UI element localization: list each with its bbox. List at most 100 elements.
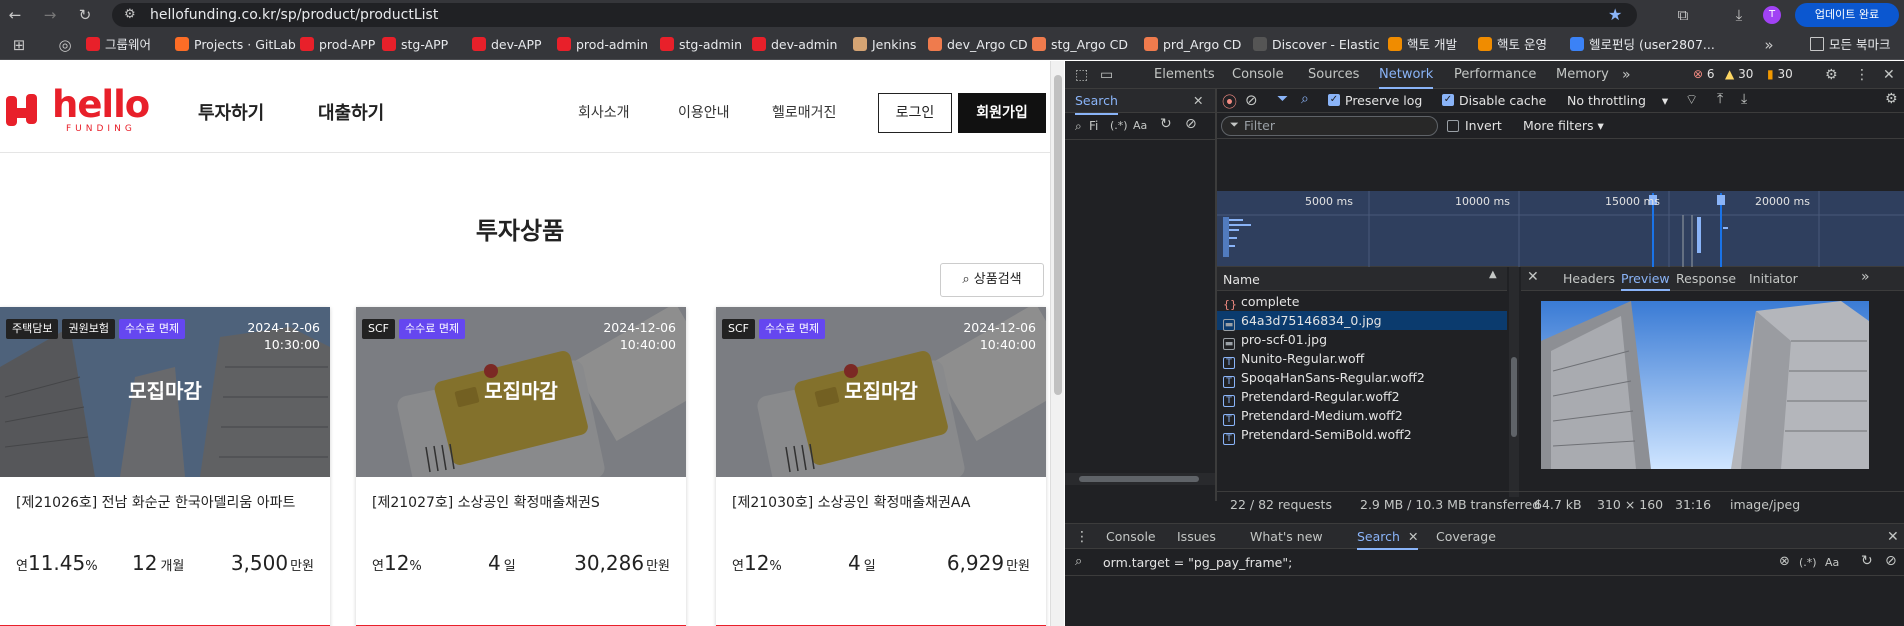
drawer-case-toggle[interactable]: Aa xyxy=(1825,556,1839,569)
bookmark-item[interactable]: 핵토 운영 xyxy=(1478,30,1547,60)
bookmark-item[interactable]: prod-admin xyxy=(557,30,648,60)
request-row[interactable]: ▬ pro-scf-01.jpg xyxy=(1217,330,1507,350)
nav-loan[interactable]: 대출하기 xyxy=(318,99,384,125)
bookmark-item[interactable]: dev-APP xyxy=(472,30,542,60)
logo-text[interactable]: hello xyxy=(52,83,150,126)
clear-icon[interactable]: ⊘ xyxy=(1245,91,1258,109)
bookmark-item[interactable]: Projects · GitLab xyxy=(175,30,296,60)
disable-cache-checkbox[interactable]: ✓ xyxy=(1442,94,1454,106)
drawer-tab[interactable]: Search ✕ xyxy=(1357,524,1419,550)
signup-button[interactable]: 회원가입 xyxy=(958,93,1046,133)
export-har-icon[interactable]: ⤓ xyxy=(1741,91,1747,107)
site-info-icon[interactable]: ⚙ xyxy=(124,3,136,27)
devtools-tab-network[interactable]: Network xyxy=(1379,61,1434,89)
download-icon[interactable]: ⤓ xyxy=(1728,0,1750,30)
chatgpt-icon[interactable]: ◎ xyxy=(54,30,76,60)
bookmark-item[interactable]: stg-APP xyxy=(382,30,448,60)
devtools-tab-console[interactable]: Console xyxy=(1232,61,1284,89)
bookmark-item[interactable]: stg-admin xyxy=(660,30,742,60)
close-detail-icon[interactable]: ✕ xyxy=(1527,269,1539,285)
invert-checkbox[interactable] xyxy=(1447,120,1459,132)
bookmark-item[interactable]: prod-APP xyxy=(300,30,375,60)
drawer-tab[interactable]: Console xyxy=(1106,524,1156,550)
bookmark-item[interactable]: prd_Argo CD xyxy=(1144,30,1241,60)
bookmark-item[interactable]: stg_Argo CD xyxy=(1032,30,1128,60)
card-title[interactable]: [제21027호] 소상공인 확정매출채권S xyxy=(372,492,600,512)
device-toolbar-icon[interactable]: ▭ xyxy=(1100,63,1113,87)
logo-mark-icon[interactable] xyxy=(4,90,44,130)
close-devtools-icon[interactable]: ✕ xyxy=(1883,63,1895,87)
product-card[interactable]: 주택담보 권원보험 수수료 면제 2024-12-06 10:30:00 모집마감 [제21… xyxy=(0,307,330,626)
close-drawer-icon[interactable]: ✕ xyxy=(1887,525,1899,549)
bookmark-item[interactable]: dev-admin xyxy=(752,30,837,60)
timeline-overview[interactable]: 5000 ms 10000 ms 15000 ms 20000 ms xyxy=(1217,191,1904,267)
bookmark-item[interactable]: 헬로펀딩 (user2807... xyxy=(1570,30,1715,60)
card-title[interactable]: [제21026호] 전남 화순군 한국아델리움 아파트 xyxy=(16,492,295,512)
close-search-icon[interactable]: ✕ xyxy=(1193,89,1203,113)
name-column-header[interactable]: Name ▲ xyxy=(1217,267,1507,291)
detail-tab-initiator[interactable]: Initiator xyxy=(1749,267,1798,291)
bookmark-item[interactable]: Jenkins xyxy=(853,30,916,60)
search-sidebar-input[interactable]: Fi xyxy=(1089,119,1098,133)
preserve-log-checkbox[interactable]: ✓ xyxy=(1328,94,1340,106)
devtools-tab-performance[interactable]: Performance xyxy=(1454,61,1536,89)
request-row[interactable]: {} complete xyxy=(1217,292,1507,311)
clear-search-icon[interactable]: ⊘ xyxy=(1185,116,1197,132)
card-title[interactable]: [제21030호] 소상공인 확정매출채권AA xyxy=(732,492,970,512)
reload-icon[interactable]: ↻ xyxy=(74,0,96,30)
profile-avatar[interactable]: T xyxy=(1763,6,1781,24)
error-count[interactable]: ⊗ 6 xyxy=(1693,67,1715,81)
filter-icon[interactable]: ⏷ xyxy=(1277,91,1288,107)
drawer-menu-icon[interactable]: ⋮ xyxy=(1075,525,1089,549)
request-row[interactable]: ▬ 64a3d75146834_0.jpg xyxy=(1217,311,1507,331)
request-row[interactable]: T Pretendard-Regular.woff2 xyxy=(1217,387,1507,407)
page-scrollbar[interactable] xyxy=(1050,61,1064,626)
product-search-button[interactable]: ⌕ 상품검색 xyxy=(940,263,1044,297)
back-icon[interactable]: ← xyxy=(4,0,26,30)
request-list-scrollbar[interactable] xyxy=(1509,267,1519,497)
close-tab-icon[interactable]: ✕ xyxy=(1408,529,1418,544)
drawer-regex-toggle[interactable]: (.*) xyxy=(1799,556,1817,569)
case-toggle[interactable]: Aa xyxy=(1133,119,1147,132)
drawer-refresh-icon[interactable]: ↻ xyxy=(1861,553,1873,569)
devtools-tab-memory[interactable]: Memory xyxy=(1556,61,1609,89)
drawer-tab[interactable]: Issues xyxy=(1177,524,1216,550)
bookmark-star-icon[interactable]: ★ xyxy=(1608,3,1622,27)
throttling-select[interactable]: No throttling ▾ xyxy=(1567,93,1668,108)
forward-icon[interactable]: → xyxy=(39,0,61,30)
all-bookmarks[interactable]: 모든 북마크 xyxy=(1810,30,1890,60)
product-card[interactable]: SCF 수수료 면제 2024-12-06 10:40:00 모집마감 [제21027호]… xyxy=(356,307,686,626)
devtools-tab-elements[interactable]: Elements xyxy=(1154,61,1215,89)
more-detail-tabs-icon[interactable]: » xyxy=(1861,269,1870,285)
update-button[interactable]: 업데이트 완료 xyxy=(1795,3,1899,27)
network-settings-icon[interactable]: ⚙ xyxy=(1885,91,1898,107)
more-bookmarks-icon[interactable]: » xyxy=(1758,30,1780,60)
request-row[interactable]: T Nunito-Regular.woff xyxy=(1217,349,1507,369)
request-row[interactable]: T SpoqaHanSans-Regular.woff2 xyxy=(1217,368,1507,388)
omnibox[interactable]: ⚙ hellofunding.co.kr/sp/product/productL… xyxy=(112,3,1637,27)
inspect-icon[interactable]: ⬚ xyxy=(1075,63,1088,87)
import-har-icon[interactable]: ⤒ xyxy=(1717,91,1723,107)
drawer-search-input[interactable]: orm.target = "pg_pay_frame"; xyxy=(1103,555,1292,570)
bookmark-item[interactable]: 그룹웨어 xyxy=(86,30,151,60)
product-card[interactable]: SCF 수수료 면제 2024-12-06 10:40:00 모집마감 [제21030호]… xyxy=(716,307,1046,626)
apps-grid-icon[interactable]: ⊞ xyxy=(8,30,30,60)
search-network-icon[interactable]: ⌕ xyxy=(1301,91,1309,107)
scrollbar-thumb[interactable] xyxy=(1054,75,1062,395)
detail-tab-response[interactable]: Response xyxy=(1676,267,1736,291)
drawer-tab[interactable]: Coverage xyxy=(1436,524,1496,550)
filter-input[interactable]: ⏷ Filter xyxy=(1221,116,1438,136)
url-text[interactable]: hellofunding.co.kr/sp/product/productLis… xyxy=(150,3,438,27)
search-sidebar-tab[interactable]: Search xyxy=(1075,89,1118,115)
drawer-tab[interactable]: What's new xyxy=(1250,524,1323,550)
regex-toggle[interactable]: (.*) xyxy=(1110,119,1128,132)
request-row[interactable]: T Pretendard-SemiBold.woff2 xyxy=(1217,425,1507,445)
warning-count[interactable]: ▲ 30 xyxy=(1725,67,1753,81)
network-conditions-icon[interactable]: ⌔ xyxy=(1685,91,1698,109)
bookmark-item[interactable]: 핵토 개발 xyxy=(1388,30,1457,60)
detail-tab-headers[interactable]: Headers xyxy=(1563,267,1615,291)
settings-icon[interactable]: ⚙ xyxy=(1825,63,1838,87)
nav-magazine[interactable]: 헬로매거진 xyxy=(772,102,836,122)
more-filters-dropdown[interactable]: More filters ▾ xyxy=(1523,118,1604,133)
login-button[interactable]: 로그인 xyxy=(878,93,952,133)
